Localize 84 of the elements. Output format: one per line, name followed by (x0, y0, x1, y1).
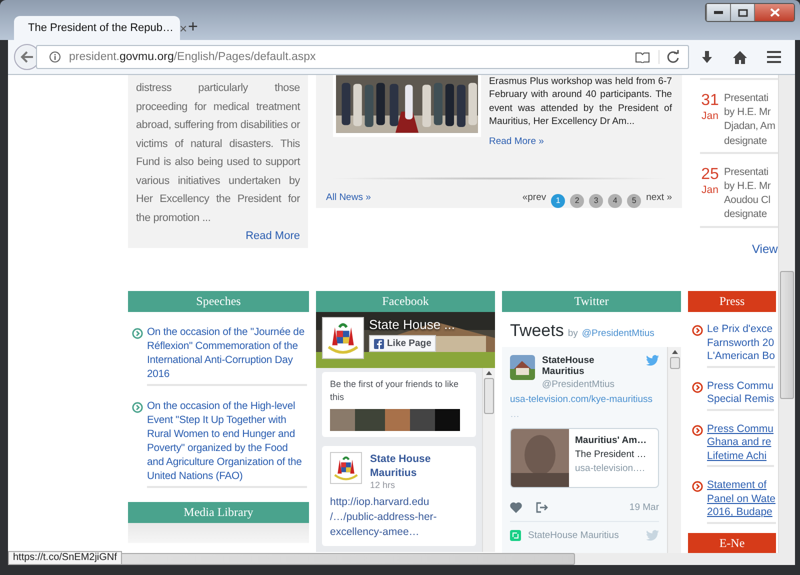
all-news-link[interactable]: All News » (326, 192, 371, 204)
speech-link[interactable]: On the occasion of the High-level Event "Step It Up Together with Rural Women to end Hunger and Poverty" organized by the Food and Agriculture Organization of the United Nations (FAO) (147, 400, 307, 488)
friends-text: Be the first of your friends to like this (330, 378, 460, 404)
link-url-tooltip: https://t.co/SnEM2jiGNf (8, 551, 122, 565)
home-icon (733, 50, 747, 64)
tweet-handle: @PresidentMtius (542, 379, 616, 390)
scroll-up-icon (486, 371, 492, 375)
read-more-link[interactable]: Read More (246, 230, 300, 242)
page-dot[interactable]: 5 (627, 194, 642, 208)
card-text: The President … (575, 449, 647, 460)
address-bar[interactable]: president.govmu.org/English/Pages/default.aspx (36, 45, 689, 69)
page-dot[interactable]: 3 (589, 194, 604, 208)
post-author[interactable]: State House Mauritius (370, 452, 468, 480)
tweet-ellipsis: … (510, 409, 520, 420)
minimize-icon (714, 11, 723, 14)
page-dot[interactable]: 2 (570, 194, 584, 208)
tweet-date: 19 Mar (629, 502, 659, 513)
card-domain: usa-television.… (575, 463, 646, 474)
scroll-up-icon (672, 350, 678, 354)
view-link[interactable]: View (752, 242, 778, 256)
section-header: Facebook (316, 291, 495, 312)
bird-icon (646, 355, 659, 366)
url-text: president.govmu.org/English/Pages/default.aspx (69, 51, 317, 63)
section-header: Twitter (502, 291, 681, 312)
reload-icon[interactable] (658, 50, 682, 64)
scrollbar[interactable] (667, 347, 681, 553)
press-link[interactable]: Press Commu Ghana and re Lifetime Achi (707, 422, 774, 467)
handle-link[interactable]: @PresidentMtius (582, 328, 654, 339)
by-label: by (568, 328, 578, 339)
scroll-thumb[interactable] (484, 378, 494, 414)
horizontal-scrollbar[interactable]: https://t.co/SnEM2jiGNf (8, 553, 795, 565)
heart-icon[interactable] (510, 502, 522, 513)
press-link[interactable]: Statement of Panel on Wate 2016, Budape (707, 479, 776, 524)
prev-link[interactable]: «prev (522, 192, 546, 204)
retweet-icon (510, 530, 521, 541)
tweets-heading: Tweets (510, 321, 564, 341)
next-link[interactable]: next » (646, 192, 672, 204)
maximize-icon (738, 8, 748, 16)
minimize-button[interactable] (706, 4, 730, 21)
post-link[interactable]: http://iop.harvard.edu /…/public-address-her-excellency-amee… (330, 495, 468, 540)
tab-title: The President of the Repub… (28, 22, 174, 34)
press-link[interactable]: Press Commu Special Remis (707, 380, 774, 410)
event-day: 25 (701, 166, 719, 184)
event-title: Presentati by H.E. Mr Aoudou Cl designate (724, 166, 771, 222)
maximize-button[interactable] (730, 4, 754, 21)
section-header: Media Library (128, 502, 309, 523)
retweeter-name: StateHouse Mauritius (528, 530, 620, 541)
card-title: Mauritius' Am… (575, 435, 647, 446)
event-month: Jan (702, 110, 718, 122)
post-time: 12 hrs (370, 480, 396, 490)
press-link[interactable]: Le Prix d'exce Farnsworth 20 L'American Bo (707, 323, 775, 368)
like-page-button[interactable]: Like Page (369, 335, 436, 352)
section-header: E-Ne (688, 532, 776, 553)
back-arrow-icon (20, 51, 34, 63)
share-icon[interactable] (536, 502, 548, 513)
speech-link[interactable]: On the occasion of the "Journée de Réflexion" Commemoration of the International Anti-Corruption Day 2016 (147, 326, 307, 386)
new-tab-button[interactable]: + (188, 16, 198, 40)
coat-of-arms-icon (332, 454, 360, 482)
info-icon (49, 51, 61, 63)
reader-view-icon[interactable] (635, 52, 650, 62)
tweet-author[interactable]: StateHouse Mauritius (542, 355, 639, 377)
event-day: 31 (701, 92, 719, 110)
coat-of-arms-icon (325, 320, 361, 356)
download-icon (701, 50, 713, 64)
read-more-link[interactable]: Read More » (489, 136, 672, 147)
page-dot[interactable]: 4 (608, 194, 622, 208)
bird-icon (646, 530, 659, 541)
scroll-thumb[interactable] (780, 271, 794, 399)
section-header: Press (688, 291, 776, 312)
close-tab-button[interactable]: × (180, 20, 188, 36)
page-name: State House ... (369, 317, 455, 332)
intro-text: distress particularly those proceeding for medical treatment abroad, suffering from disabilities or victims of natural disasters. This Fund is also being used to support various initiatives undertaken by Her Excellency the President for the promotion ... (136, 81, 300, 226)
facebook-icon (374, 338, 384, 348)
vertical-scrollbar[interactable] (778, 75, 795, 553)
link-card[interactable]: Mauritius' Am… The President … usa-television.… (510, 428, 659, 488)
section-header: Speeches (128, 291, 309, 312)
event-title: Presentati by H.E. Mr Djadan, Am designate (724, 92, 776, 149)
event-month: Jan (702, 184, 718, 196)
news-text: Erasmus Plus workshop was held from 6-7 February with around 40 participants. The event was attended by the President of Mauritius, Her Excellency Dr Am... (489, 75, 672, 129)
menu-icon (767, 51, 781, 63)
close-button[interactable] (754, 4, 794, 21)
scrollbar[interactable] (482, 368, 495, 552)
close-icon (770, 8, 780, 17)
scroll-thumb[interactable] (670, 357, 680, 369)
